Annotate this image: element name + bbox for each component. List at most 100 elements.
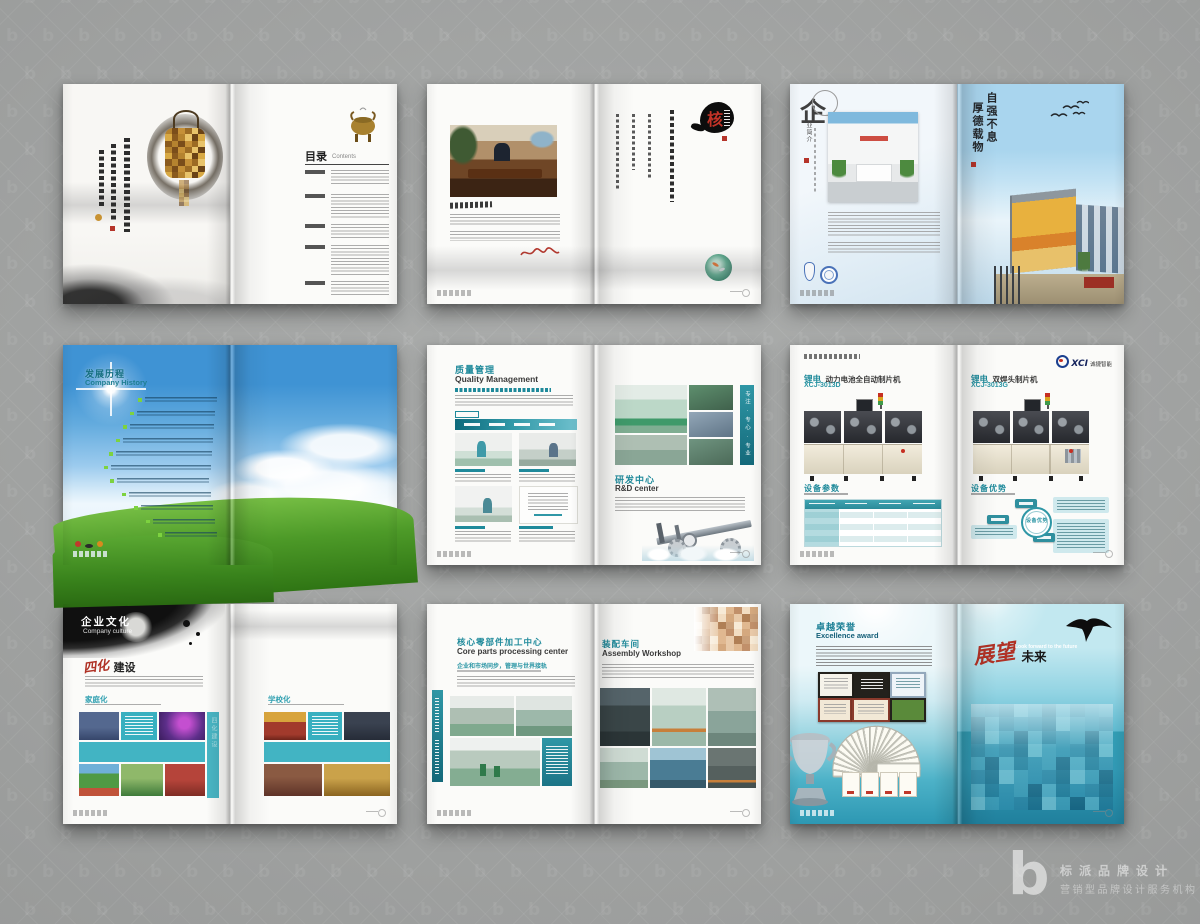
ceremony-photo [264, 712, 306, 740]
certificate-fan [830, 724, 920, 770]
worker-photo [689, 385, 733, 410]
spread-award: 卓越荣誉 Excellence award 展望 未来 Look forward… [790, 604, 1124, 824]
red-seal [110, 226, 115, 231]
advantage-title-en [971, 493, 1015, 495]
paragraph [828, 212, 940, 236]
product-model: XCJ-3013G [971, 382, 1008, 389]
caption [268, 704, 344, 707]
spread-history: 发展历程 Company History [63, 345, 397, 565]
factory-photo [450, 738, 540, 786]
slogan-en-line [457, 670, 541, 672]
group-photo [79, 712, 119, 740]
vertical-culture-bar: 四化建设 [207, 712, 219, 798]
advantage-box [1053, 497, 1109, 513]
page-number [366, 809, 386, 816]
paragraph [816, 646, 932, 666]
footer-logo [437, 551, 473, 557]
paragraph [828, 242, 940, 254]
teal-text-box [542, 738, 572, 786]
divider [305, 164, 389, 165]
red-seal [804, 158, 809, 163]
page-number [730, 809, 750, 816]
factory-photo [600, 748, 648, 788]
caption [519, 531, 575, 543]
profile-title-small: 业简介 [804, 122, 813, 143]
mountain-wash [427, 246, 761, 290]
brand-text: XCI [1071, 359, 1088, 369]
certificate-card [880, 772, 898, 797]
decor-item [85, 544, 93, 548]
advantage-box [1053, 519, 1109, 553]
brand-name: 诚捷智能 [1090, 362, 1112, 368]
certificate-doc [519, 486, 578, 524]
page-number [730, 289, 750, 296]
reception-desk [856, 164, 892, 182]
future-title: 展望 未来 [973, 638, 1046, 668]
worker [480, 764, 486, 776]
teal-band [264, 742, 390, 762]
toc-section [305, 170, 389, 186]
product-model: XCJ-3013D [804, 382, 841, 389]
paragraph [455, 395, 573, 407]
history-title-en: Company History [85, 378, 147, 387]
worker-photo [689, 439, 733, 465]
award-right-page: 展望 未来 Look forward to the future [957, 604, 1124, 824]
factory-photo [450, 696, 514, 736]
footer-logo [800, 551, 836, 557]
tree [1078, 252, 1090, 278]
script-slogan [804, 354, 860, 359]
banner-photo [165, 764, 205, 796]
toc-section [305, 224, 389, 239]
advantage-diagram: 设备优势 [971, 497, 1111, 555]
core-character: 核 [707, 106, 723, 130]
paragraph [615, 497, 745, 513]
workers-photo [650, 748, 706, 788]
blob-small-text [724, 110, 730, 126]
aisle-photo [652, 688, 706, 746]
lab-photo [455, 486, 512, 522]
caption-title [519, 469, 549, 472]
wall-sign [1084, 277, 1114, 288]
workshop-photo [615, 385, 687, 433]
porcelain-plate [820, 266, 838, 284]
porcelain-vase [804, 262, 815, 281]
paragraph [450, 214, 560, 227]
workshop-photo [615, 435, 687, 465]
workshop-collage [450, 696, 572, 788]
caption [455, 531, 511, 543]
core-parts-title-en: Core parts processing center [457, 647, 568, 656]
playground-photo [79, 764, 119, 796]
spread-president: 核 [427, 84, 761, 304]
calligraphy-column [111, 144, 116, 220]
ink-splatter [183, 620, 190, 627]
culture-left-page: 企业文化 Company culture 四化 建设 家庭化 四化建设 [63, 604, 230, 824]
spread-workshop: 核心零部件加工中心 Core parts processing center 企… [427, 604, 761, 824]
temple-photo [264, 764, 322, 796]
brand-icon [1056, 355, 1069, 368]
timeline [87, 397, 227, 549]
core-ink-blob: 核 [700, 102, 734, 133]
paragraph [450, 231, 560, 241]
award-title-en: Excellence award [816, 631, 879, 640]
caption [455, 474, 511, 483]
toc-section [305, 281, 389, 297]
certificate-frame [890, 698, 926, 722]
lobby-logo [860, 136, 888, 141]
page-number [730, 550, 750, 557]
teal-band [79, 742, 205, 762]
worker [477, 441, 486, 457]
flying-birds-icon [1049, 100, 1089, 122]
calligraphy-line: 厚德载物 [969, 102, 985, 154]
pixelated-tassel [179, 180, 189, 206]
page-number [1093, 809, 1113, 816]
contents-right-page: 目录 Contents [230, 84, 397, 304]
advantage-circle: 设备优势 [1021, 507, 1052, 538]
incense-burner-icon [346, 106, 380, 148]
future-red: 展望 [971, 635, 1017, 671]
calligraphy-column [632, 114, 635, 170]
teal-text-block [308, 712, 342, 740]
spread-profile: 企 业简介 自强不息 厚德载物 [790, 84, 1124, 304]
params-title-en [804, 493, 848, 495]
vertical-culture-text: 四化建设 [209, 717, 218, 749]
caption-title [519, 526, 553, 529]
